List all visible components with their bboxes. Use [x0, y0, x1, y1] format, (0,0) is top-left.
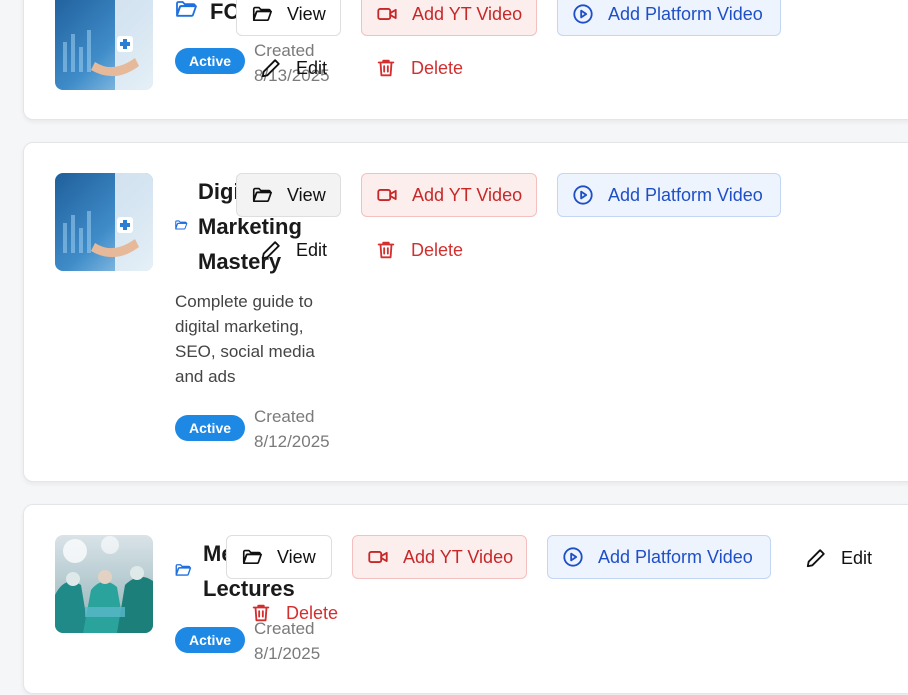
add-yt-video-button[interactable]: Add YT Video: [352, 535, 527, 579]
video-camera-icon: [367, 546, 389, 568]
created-date: 8/1/2025: [254, 644, 321, 663]
play-circle-icon: [572, 3, 594, 25]
view-button[interactable]: View: [226, 535, 332, 579]
view-button-label: View: [277, 546, 316, 567]
folder-open-icon: [174, 218, 188, 237]
view-button-label: View: [287, 184, 326, 205]
trash-icon: [375, 239, 397, 261]
folder-open-icon: [251, 184, 273, 206]
add-yt-video-label: Add YT Video: [412, 184, 523, 205]
delete-label: Delete: [411, 239, 464, 260]
add-yt-video-button[interactable]: Add YT Video: [361, 0, 537, 36]
edit-label: Edit: [841, 547, 873, 568]
delete-button[interactable]: Delete: [375, 239, 463, 261]
course-card: Digi Marketing Mastery Complete guide to…: [23, 142, 908, 482]
created-date: 8/12/2025: [254, 432, 330, 451]
view-button-label: View: [287, 3, 326, 24]
folder-open-icon: [174, 0, 198, 26]
pencil-icon: [260, 239, 282, 261]
add-platform-video-button[interactable]: Add Platform Video: [547, 535, 771, 579]
add-yt-video-label: Add YT Video: [403, 546, 514, 567]
created-label-text: Created: [254, 407, 315, 426]
folder-open-icon: [241, 546, 263, 568]
add-yt-video-label: Add YT Video: [412, 3, 523, 24]
course-description: Complete guide to digital marketing, SEO…: [175, 292, 315, 386]
course-thumbnail: [55, 173, 153, 271]
delete-label: Delete: [411, 57, 464, 78]
folder-open-icon: [251, 3, 273, 25]
edit-label: Edit: [296, 239, 328, 260]
created-label: Created 8/12/2025: [254, 404, 354, 454]
play-circle-icon: [572, 184, 594, 206]
edit-button[interactable]: Edit: [805, 547, 872, 569]
video-camera-icon: [376, 3, 398, 25]
edit-button[interactable]: Edit: [260, 57, 327, 79]
add-yt-video-button[interactable]: Add YT Video: [361, 173, 537, 217]
view-button[interactable]: View: [236, 0, 341, 36]
folder-open-icon: [174, 561, 192, 584]
add-platform-video-label: Add Platform Video: [608, 184, 763, 205]
edit-button[interactable]: Edit: [260, 239, 327, 261]
add-platform-video-label: Add Platform Video: [608, 3, 763, 24]
view-button[interactable]: View: [236, 173, 341, 217]
pencil-icon: [805, 547, 827, 569]
add-platform-video-button[interactable]: Add Platform Video: [557, 0, 781, 36]
delete-button[interactable]: Delete: [250, 602, 338, 624]
trash-icon: [250, 602, 272, 624]
add-platform-video-label: Add Platform Video: [598, 546, 753, 567]
course-card: FO Active Created 8/13/2025 View Add YT …: [23, 0, 908, 120]
status-badge: Active: [175, 415, 246, 441]
course-thumbnail: [55, 0, 153, 90]
edit-label: Edit: [296, 57, 328, 78]
delete-button[interactable]: Delete: [375, 57, 463, 79]
trash-icon: [375, 57, 397, 79]
video-camera-icon: [376, 184, 398, 206]
course-card: Me Lectures Active Created 8/1/2025 View…: [23, 504, 908, 694]
status-badge: Active: [175, 48, 246, 74]
delete-label: Delete: [286, 602, 339, 623]
status-badge: Active: [175, 627, 246, 653]
add-platform-video-button[interactable]: Add Platform Video: [557, 173, 781, 217]
course-thumbnail: [55, 535, 153, 633]
pencil-icon: [260, 57, 282, 79]
play-circle-icon: [562, 546, 584, 568]
